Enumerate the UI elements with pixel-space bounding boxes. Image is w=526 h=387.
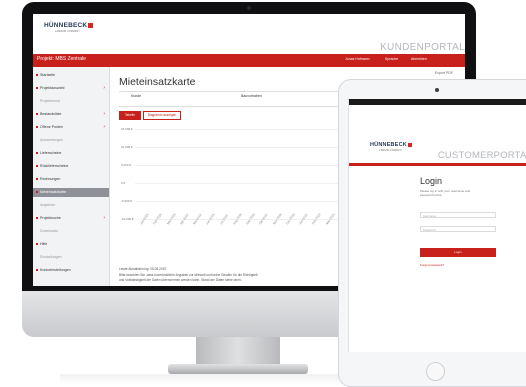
gridline <box>135 183 353 184</box>
project-table: Kunde Bauvorhaben <box>119 91 351 107</box>
top-navigation-bar <box>349 163 526 166</box>
sidebar-item[interactable]: Mieteinsatzkarte <box>33 188 109 197</box>
sidebar-item-label: Kontoeinstellungen <box>40 268 71 272</box>
sidebar-group-label: Projektmenü <box>33 97 109 106</box>
logo-mark-icon <box>408 143 412 147</box>
sidebar-group-label: Einstellungen <box>33 253 109 262</box>
sidebar-item[interactable]: Startseite <box>33 71 109 80</box>
bullet-icon <box>36 191 38 193</box>
sidebar-item-label: Projektauswahl <box>40 86 65 90</box>
ipad-tablet: HÜNNEBECK a BRAND COMPANY CUSTOMERPORTAL… <box>338 79 526 387</box>
gridline <box>135 129 353 130</box>
hunnebeck-logo[interactable]: HÜNNEBECK <box>44 22 87 29</box>
logout-link[interactable]: Abmelden <box>411 57 427 61</box>
sidebar-item-label: Projektsuche <box>40 216 61 220</box>
last-updated-text: Letzte Aktualisierung: 05.05.2019 <box>119 267 167 271</box>
portal-title: KUNDENPORTAL <box>380 42 465 53</box>
top-navigation-bar: Projekt: MBS Zentrale Jonas Hofmann Spra… <box>33 54 465 67</box>
language-menu[interactable]: Sprache <box>385 57 398 61</box>
sidebar-item-label: Angebote <box>40 203 56 207</box>
export-link[interactable]: Export PDF <box>435 71 453 75</box>
gridline <box>135 147 353 148</box>
login-intro-text: password below. <box>420 193 443 197</box>
sidebar-item[interactable]: Rechnungen <box>33 175 109 184</box>
sidebar-item[interactable]: Hilfe <box>33 240 109 249</box>
portal-title: CUSTOMERPORTAL <box>437 150 526 161</box>
sidebar-item[interactable]: Projektauswahl › <box>33 84 109 93</box>
sidebar-item-label: Offene Posten <box>40 125 63 129</box>
disclaimer-text: Bitte beachten Sie, dass unverbindliche … <box>119 273 258 277</box>
bullet-icon <box>36 113 38 115</box>
sidebar-item-label: Mieteinsatzkarte <box>40 190 67 194</box>
bullet-icon <box>36 87 38 89</box>
sidebar-item-label: Einstellungen <box>40 255 62 259</box>
gridline <box>135 201 353 202</box>
sidebar: Startseite Projektauswahl › Projektmenü Best… <box>33 67 110 286</box>
chevron-right-icon: › <box>103 111 105 117</box>
home-button[interactable] <box>426 362 445 381</box>
sidebar-item-label: Hilfe <box>40 242 48 246</box>
sidebar-item[interactable]: Kontoeinstellungen <box>33 266 109 275</box>
login-button[interactable]: Login <box>420 248 496 257</box>
project-title[interactable]: Projekt: MBS Zentrale <box>37 56 86 62</box>
logo-subtitle: a BRAND COMPANY <box>379 149 402 152</box>
bullet-icon <box>36 217 38 219</box>
bullet-icon <box>36 269 38 271</box>
y-axis-label: 15.000 € <box>121 127 133 131</box>
imac-stand <box>196 337 280 367</box>
bullet-icon <box>36 74 38 76</box>
y-axis-label: 0 € <box>121 181 126 185</box>
sidebar-item-label: Lieferscheine <box>40 151 62 155</box>
show-chart-button[interactable]: Diagramm anzeigen <box>143 111 181 120</box>
sidebar-item-label: Auswertungen <box>40 138 63 142</box>
chevron-right-icon: › <box>103 124 105 130</box>
sidebar-group-label: Auswertungen <box>33 136 109 145</box>
sidebar-item[interactable]: Rücklieferscheine <box>33 162 109 171</box>
bullet-icon <box>36 178 38 180</box>
table-header-project: Bauvorhaben <box>241 94 262 98</box>
login-heading: Login <box>420 176 443 186</box>
sidebar-item-label: Rücklieferscheine <box>40 164 69 168</box>
table-button[interactable]: Tabelle <box>119 111 141 120</box>
y-axis-label: -5.000 € <box>121 199 133 203</box>
user-menu[interactable]: Jonas Hofmann <box>345 57 370 61</box>
sidebar-item-label: Downloads <box>40 229 58 233</box>
username-field[interactable]: Username <box>420 212 496 218</box>
chevron-right-icon: › <box>103 215 105 221</box>
sidebar-item[interactable]: Projektsuche › <box>33 214 109 223</box>
page-title: Mieteinsatzkarte <box>119 76 196 88</box>
bullet-icon <box>36 165 38 167</box>
logo-mark-icon <box>88 23 93 28</box>
y-axis-label: 5.000 € <box>121 163 132 167</box>
portal-header: HÜNNEBECK a BRAND COMPANY <box>33 14 465 40</box>
sidebar-item-label: Bestandsliste <box>40 112 62 116</box>
y-axis-label: -10.000 € <box>121 217 134 221</box>
sidebar-item[interactable]: Bestandsliste › <box>33 110 109 119</box>
forgot-password-link[interactable]: Forgot password? <box>420 263 444 267</box>
camera <box>247 6 251 10</box>
sidebar-item-label: Rechnungen <box>40 177 61 181</box>
gridline <box>135 165 353 166</box>
password-field[interactable]: Password <box>420 226 496 232</box>
sidebar-item[interactable]: Lieferscheine <box>33 149 109 158</box>
table-header-customer: Kunde <box>131 94 142 98</box>
bullet-icon <box>36 243 38 245</box>
bullet-icon <box>36 126 38 128</box>
chevron-right-icon: › <box>103 85 105 91</box>
disclaimer-text: und Vollständigkeit der Daten übernommen… <box>119 278 242 282</box>
hunnebeck-logo[interactable]: HÜNNEBECK <box>370 142 407 148</box>
sidebar-group-label: Angebote <box>33 201 109 210</box>
sidebar-item-label: Projektmenü <box>40 99 61 103</box>
camera <box>435 88 439 92</box>
logo-subtitle: a BRAND COMPANY <box>55 30 80 33</box>
tablet-login-screen: HÜNNEBECK a BRAND COMPANY CUSTOMERPORTAL… <box>348 99 526 352</box>
bullet-icon <box>36 152 38 154</box>
sidebar-group-label: Downloads <box>33 227 109 236</box>
status-bar <box>349 99 526 105</box>
y-axis-label: 10.000 € <box>121 145 133 149</box>
sidebar-item[interactable]: Offene Posten › <box>33 123 109 132</box>
sidebar-item-label: Startseite <box>40 73 56 77</box>
imac-stand-base <box>168 364 308 374</box>
